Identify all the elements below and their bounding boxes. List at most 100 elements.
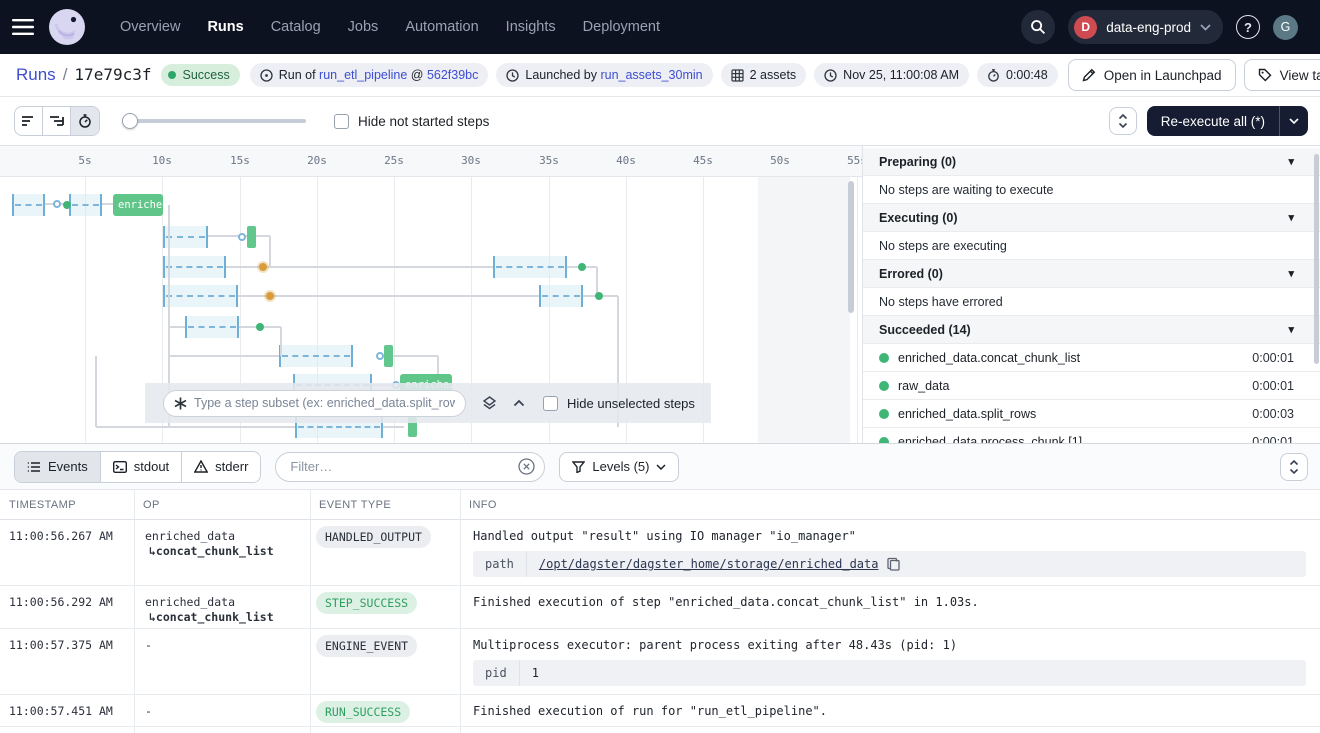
gantt-panel: 5s10s15s20s25s30s35s40s45s50s55s enriche… bbox=[0, 146, 862, 443]
dashed-line bbox=[496, 266, 564, 268]
step-subset-input[interactable] bbox=[194, 396, 455, 410]
gantt-zoom-slider[interactable] bbox=[122, 113, 306, 129]
tab-events[interactable]: Events bbox=[15, 452, 101, 482]
view-timed-button[interactable] bbox=[71, 107, 99, 135]
run-tag-text: 0:00:48 bbox=[1006, 68, 1048, 82]
status-badge: Success bbox=[161, 64, 239, 86]
nav-item-overview[interactable]: Overview bbox=[120, 19, 180, 35]
nav-item-jobs[interactable]: Jobs bbox=[348, 19, 379, 35]
run-header: Runs / 17e79c3f Success Run of run_etl_p… bbox=[0, 54, 1320, 97]
gantt-step-waiting-box[interactable] bbox=[279, 345, 353, 367]
copy-icon[interactable] bbox=[887, 557, 900, 571]
run-tags: Run of run_etl_pipeline @ 562f39bc Launch… bbox=[250, 63, 1058, 87]
help-button[interactable]: ? bbox=[1236, 15, 1260, 39]
nav-item-automation[interactable]: Automation bbox=[405, 19, 478, 35]
view-flat-button[interactable] bbox=[15, 107, 43, 135]
gantt-step-waiting-box[interactable] bbox=[12, 194, 45, 216]
breadcrumb: Runs / 17e79c3f bbox=[16, 65, 151, 85]
gantt-connector-line bbox=[102, 203, 113, 205]
after-run-end-shade bbox=[758, 177, 850, 443]
hide-unselected-toggle[interactable]: Hide unselected steps bbox=[543, 396, 695, 411]
gantt-step-waiting-box[interactable] bbox=[163, 285, 238, 307]
tag-link[interactable]: 562f39bc bbox=[427, 68, 478, 82]
reexecute-dropdown-caret[interactable] bbox=[1279, 106, 1308, 136]
axis-gridline bbox=[85, 177, 86, 443]
chevron-up-icon[interactable] bbox=[513, 399, 525, 407]
gantt-step-bar[interactable] bbox=[384, 345, 393, 367]
step-section-header[interactable]: Errored (0)▾ bbox=[863, 260, 1320, 288]
step-section-header[interactable]: Executing (0)▾ bbox=[863, 204, 1320, 232]
gantt-step-labeled-bar[interactable]: enriche. bbox=[113, 194, 163, 216]
search-button[interactable] bbox=[1021, 10, 1055, 44]
gantt-step-waiting-box[interactable] bbox=[185, 316, 239, 338]
nav-item-deployment[interactable]: Deployment bbox=[583, 19, 660, 35]
view-waterfall-button[interactable] bbox=[43, 107, 71, 135]
step-section-header[interactable]: Preparing (0)▾ bbox=[863, 148, 1320, 176]
hide-not-started-checkbox[interactable] bbox=[334, 114, 349, 129]
event-row[interactable]: 11:00:56.292 AMenriched_data↳concat_chun… bbox=[0, 586, 1320, 629]
tab-stderr[interactable]: stderr bbox=[182, 452, 260, 482]
run-tag[interactable]: Nov 25, 11:00:08 AM bbox=[814, 63, 969, 87]
chevron-down-icon bbox=[1200, 24, 1211, 31]
step-row[interactable]: raw_data0:00:01 bbox=[863, 372, 1320, 400]
gantt-step-waiting-box[interactable] bbox=[69, 194, 102, 216]
axis-tick-label: 30s bbox=[461, 154, 481, 167]
reexecute-all-button[interactable]: Re-execute all (*) bbox=[1147, 106, 1308, 136]
step-name: enriched_data.concat_chunk_list bbox=[898, 351, 1080, 365]
hamburger-menu-icon[interactable] bbox=[0, 0, 46, 54]
hide-unselected-checkbox[interactable] bbox=[543, 396, 558, 411]
dashed-line bbox=[166, 295, 235, 297]
event-info: Multiprocess executor: parent process ex… bbox=[460, 629, 1320, 694]
breadcrumb-runs-link[interactable]: Runs bbox=[16, 65, 56, 85]
step-section-header[interactable]: Succeeded (14)▾ bbox=[863, 316, 1320, 344]
step-row[interactable]: enriched_data.concat_chunk_list0:00:01 bbox=[863, 344, 1320, 372]
gantt-connector-line bbox=[393, 355, 438, 357]
run-tag[interactable]: 0:00:48 bbox=[977, 63, 1058, 87]
step-section-empty-text: No steps are executing bbox=[863, 232, 1320, 260]
tab-stdout[interactable]: stdout bbox=[101, 452, 182, 482]
hide-not-started-toggle[interactable]: Hide not started steps bbox=[334, 114, 489, 129]
tag-link[interactable]: run_etl_pipeline bbox=[319, 68, 407, 82]
log-filter-input[interactable] bbox=[275, 452, 545, 482]
dagster-logo-icon[interactable] bbox=[48, 8, 86, 46]
step-row[interactable]: enriched_data.split_rows0:00:03 bbox=[863, 400, 1320, 428]
step-panel-scrollbar[interactable] bbox=[1314, 154, 1319, 364]
gantt-open-dot bbox=[53, 200, 61, 208]
gantt-step-bar[interactable] bbox=[247, 226, 256, 248]
graph-layers-icon[interactable] bbox=[482, 396, 497, 411]
gantt-step-waiting-box[interactable] bbox=[493, 256, 567, 278]
nav-item-insights[interactable]: Insights bbox=[506, 19, 556, 35]
log-expand-collapse-button[interactable] bbox=[1280, 453, 1308, 481]
slider-handle[interactable] bbox=[122, 113, 138, 129]
event-row[interactable]: 11:00:57.489 AM-ENGINE_EVENTProcess for … bbox=[0, 727, 1320, 733]
run-tag[interactable]: 2 assets bbox=[721, 63, 807, 87]
clear-filter-icon[interactable] bbox=[518, 458, 535, 475]
levels-filter-button[interactable]: Levels (5) bbox=[559, 452, 679, 482]
step-name: enriched_data.split_rows bbox=[898, 407, 1036, 421]
user-avatar[interactable]: G bbox=[1273, 15, 1298, 40]
gantt-step-waiting-box[interactable] bbox=[163, 256, 226, 278]
event-row[interactable]: 11:00:57.375 AM-ENGINE_EVENTMultiprocess… bbox=[0, 629, 1320, 695]
event-row[interactable]: 11:00:56.267 AMenriched_data↳concat_chun… bbox=[0, 520, 1320, 586]
run-tag[interactable]: Run of run_etl_pipeline @ 562f39bc bbox=[250, 63, 489, 87]
run-tag[interactable]: Launched by run_assets_30min bbox=[496, 63, 712, 87]
step-duration: 0:00:01 bbox=[1252, 379, 1294, 393]
event-type-badge: STEP_SUCCESS bbox=[316, 592, 417, 614]
metadata-path-link[interactable]: /opt/dagster/dagster_home/storage/enrich… bbox=[539, 557, 879, 571]
op-name: - bbox=[145, 704, 310, 719]
status-dot-icon bbox=[168, 71, 176, 79]
open-in-launchpad-button[interactable]: Open in Launchpad bbox=[1068, 59, 1236, 91]
step-row[interactable]: enriched_data.process_chunk [1]0:00:01 bbox=[863, 428, 1320, 443]
axis-tick-label: 45s bbox=[693, 154, 713, 167]
gantt-scrollbar[interactable] bbox=[848, 181, 854, 313]
tag-icon bbox=[1258, 68, 1272, 82]
event-timestamp: 11:00:57.489 AM bbox=[0, 727, 134, 733]
panel-expand-collapse-button[interactable] bbox=[1109, 107, 1137, 135]
gantt-step-waiting-box[interactable] bbox=[539, 285, 583, 307]
workspace-switcher[interactable]: D data-eng-prod bbox=[1068, 10, 1223, 44]
view-tags-config-button[interactable]: View tags and config bbox=[1244, 59, 1320, 91]
nav-item-runs[interactable]: Runs bbox=[207, 19, 243, 35]
nav-item-catalog[interactable]: Catalog bbox=[271, 19, 321, 35]
tag-link[interactable]: run_assets_30min bbox=[600, 68, 702, 82]
event-row[interactable]: 11:00:57.451 AM-RUN_SUCCESSFinished exec… bbox=[0, 695, 1320, 727]
